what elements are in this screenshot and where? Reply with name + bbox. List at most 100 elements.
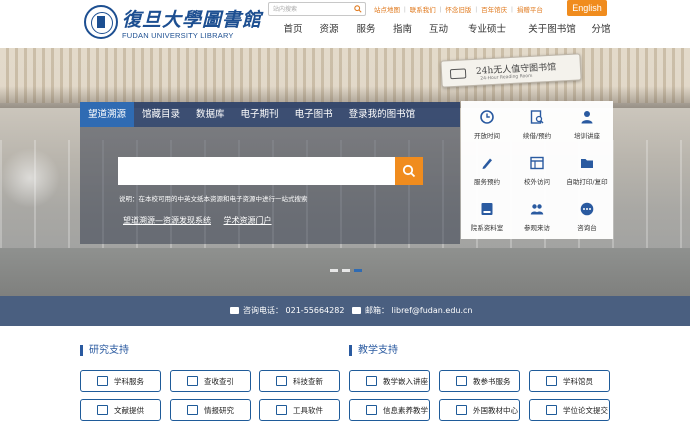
site-search-input[interactable] [269,3,349,15]
button-label: 外国教材中心 [473,406,518,415]
top-link-old-version[interactable]: 怀念旧版 [445,4,471,14]
service-off-campus[interactable]: 校外访问 [512,147,562,192]
nav-branches[interactable]: 分馆 [586,21,616,37]
service-renew[interactable]: 续借/预约 [512,101,562,146]
service-label: 服务预约 [474,178,500,186]
search-icon[interactable] [354,5,362,13]
button-label: 工具软件 [293,406,323,415]
service-label: 开放时间 [474,132,500,140]
file-icon [97,405,108,415]
id-card-icon [187,376,198,386]
main-search-input[interactable] [118,157,388,185]
research-btn-citation[interactable]: 查收查引 [170,370,251,392]
tab-ejournals[interactable]: 电子期刊 [233,102,287,127]
link-academic-portal[interactable]: 学术资源门户 [224,216,272,225]
button-label: 学位论文提交 [563,406,608,415]
nav-professional-master[interactable]: 专业硕士 [456,21,518,37]
service-dept-rooms[interactable]: 院系资料室 [462,193,512,238]
mail-icon [352,307,361,314]
nav-guide[interactable]: 指南 [384,21,421,37]
service-label: 参观来访 [524,224,550,232]
search-icon [402,164,416,178]
quick-services: 开放时间 续借/预约 培训讲座 服务预约 校外访问 自助打印/复印 院系资料室 … [461,101,613,239]
top-link-sitemap[interactable]: 站点地图 [374,4,400,14]
teaching-btn-foreign-textbooks[interactable]: 外国教材中心 [439,399,520,421]
library-logo[interactable]: 復旦大學圖書館 FUDAN UNIVERSITY LIBRARY [84,5,261,41]
document-search-icon [530,110,544,124]
book-icon [456,376,467,386]
tab-database[interactable]: 数据库 [188,102,233,127]
globe-icon [456,405,467,415]
tab-catalog[interactable]: 馆藏目录 [134,102,188,127]
service-label: 培训讲座 [574,132,600,140]
teaching-btn-embedded-lecture[interactable]: 教学嵌入讲座 [349,370,430,392]
main-nav: 首页 资源 服务 指南 互动 专业硕士 关于图书馆 分馆 [276,21,616,37]
monitor-icon [276,376,287,386]
search-note: 说明：在本校可用的中英文纸本资源和电子资源中进行一站式搜索 [119,195,308,203]
research-btn-subject-service[interactable]: 学科服务 [80,370,161,392]
banner-light [0,148,60,208]
main-search-button[interactable] [395,157,423,185]
teaching-support-title: 教学支持 [349,345,398,356]
top-link-contact[interactable]: 联系我们 [410,4,436,14]
teaching-btn-reference-books[interactable]: 教参书服务 [439,370,520,392]
nav-services[interactable]: 服务 [348,21,384,37]
contact-email[interactable]: 邮箱： libref@fudan.edu.cn [352,305,472,316]
nav-resources[interactable]: 资源 [310,21,348,37]
service-label: 院系资料室 [470,224,504,232]
top-link-centennial[interactable]: 百年馆庆 [481,4,507,14]
slide-indicators [330,269,366,275]
top-links: 站点地图 | 联系我们 | 怀念旧版 | 百年馆庆 | 捐赠平台 [374,3,543,15]
research-btn-tools[interactable]: 工具软件 [259,399,340,421]
service-booking[interactable]: 服务预约 [462,147,512,192]
divider: | [404,5,406,13]
teaching-btn-info-literacy[interactable]: 信息素养教学 [349,399,430,421]
service-label: 自助打印/复印 [566,178,608,186]
service-opening-hours[interactable]: 开放时间 [462,101,512,146]
slide-dot[interactable] [342,269,350,272]
fudan-seal-icon [84,5,118,39]
teaching-btn-thesis-submit[interactable]: 学位论文提交 [529,399,610,421]
tab-my-library[interactable]: 登录我的图书馆 [341,102,424,127]
button-label: 学科服务 [114,377,144,386]
service-visits[interactable]: 参观来访 [512,193,562,238]
service-label: 续借/预约 [522,132,552,140]
button-label: 信息素养教学 [383,406,428,415]
service-help-desk[interactable]: 咨询台 [562,193,612,238]
slide-dot[interactable] [330,269,338,272]
person-icon [581,111,593,124]
group-icon [530,204,544,215]
sign-icon [449,68,467,80]
research-btn-novelty[interactable]: 科技查新 [259,370,340,392]
header: 復旦大學圖書館 FUDAN UNIVERSITY LIBRARY 站点地图 | … [0,0,690,48]
upload-icon [546,405,557,415]
tab-wangdao[interactable]: 望道溯源 [80,102,135,127]
service-label: 校外访问 [524,178,550,186]
research-support-title: 研究支持 [80,345,129,356]
link-discovery-system[interactable]: 望道溯源—资源发现系统 [123,216,211,225]
contact-bar: 咨询电话： 021-55664282 邮箱： libref@fudan.edu.… [0,296,690,326]
research-btn-document-delivery[interactable]: 文献提供 [80,399,161,421]
button-label: 文献提供 [114,406,144,415]
divider: | [511,5,513,13]
teaching-btn-subject-librarian[interactable]: 学科馆员 [529,370,610,392]
nav-about-library[interactable]: 关于图书馆 [518,21,586,37]
divider: | [439,5,442,13]
button-label: 查收查引 [204,377,234,386]
slide-dot-active[interactable] [354,269,362,272]
search-panel [80,127,460,244]
divider: | [475,5,478,13]
document-icon [97,376,108,386]
pencil-icon [482,158,492,169]
english-button[interactable]: English [567,0,607,16]
service-training[interactable]: 培训讲座 [562,101,612,146]
top-link-donate[interactable]: 捐赠平台 [517,4,543,14]
tab-ebooks[interactable]: 电子图书 [287,102,341,127]
lecture-icon [366,376,377,386]
research-btn-intelligence[interactable]: 情报研究 [170,399,251,421]
button-label: 教学嵌入讲座 [383,377,428,386]
nav-home[interactable]: 首页 [276,21,310,37]
chat-icon [580,202,594,216]
nav-interaction[interactable]: 互动 [421,21,456,37]
service-print[interactable]: 自助打印/复印 [562,147,612,192]
